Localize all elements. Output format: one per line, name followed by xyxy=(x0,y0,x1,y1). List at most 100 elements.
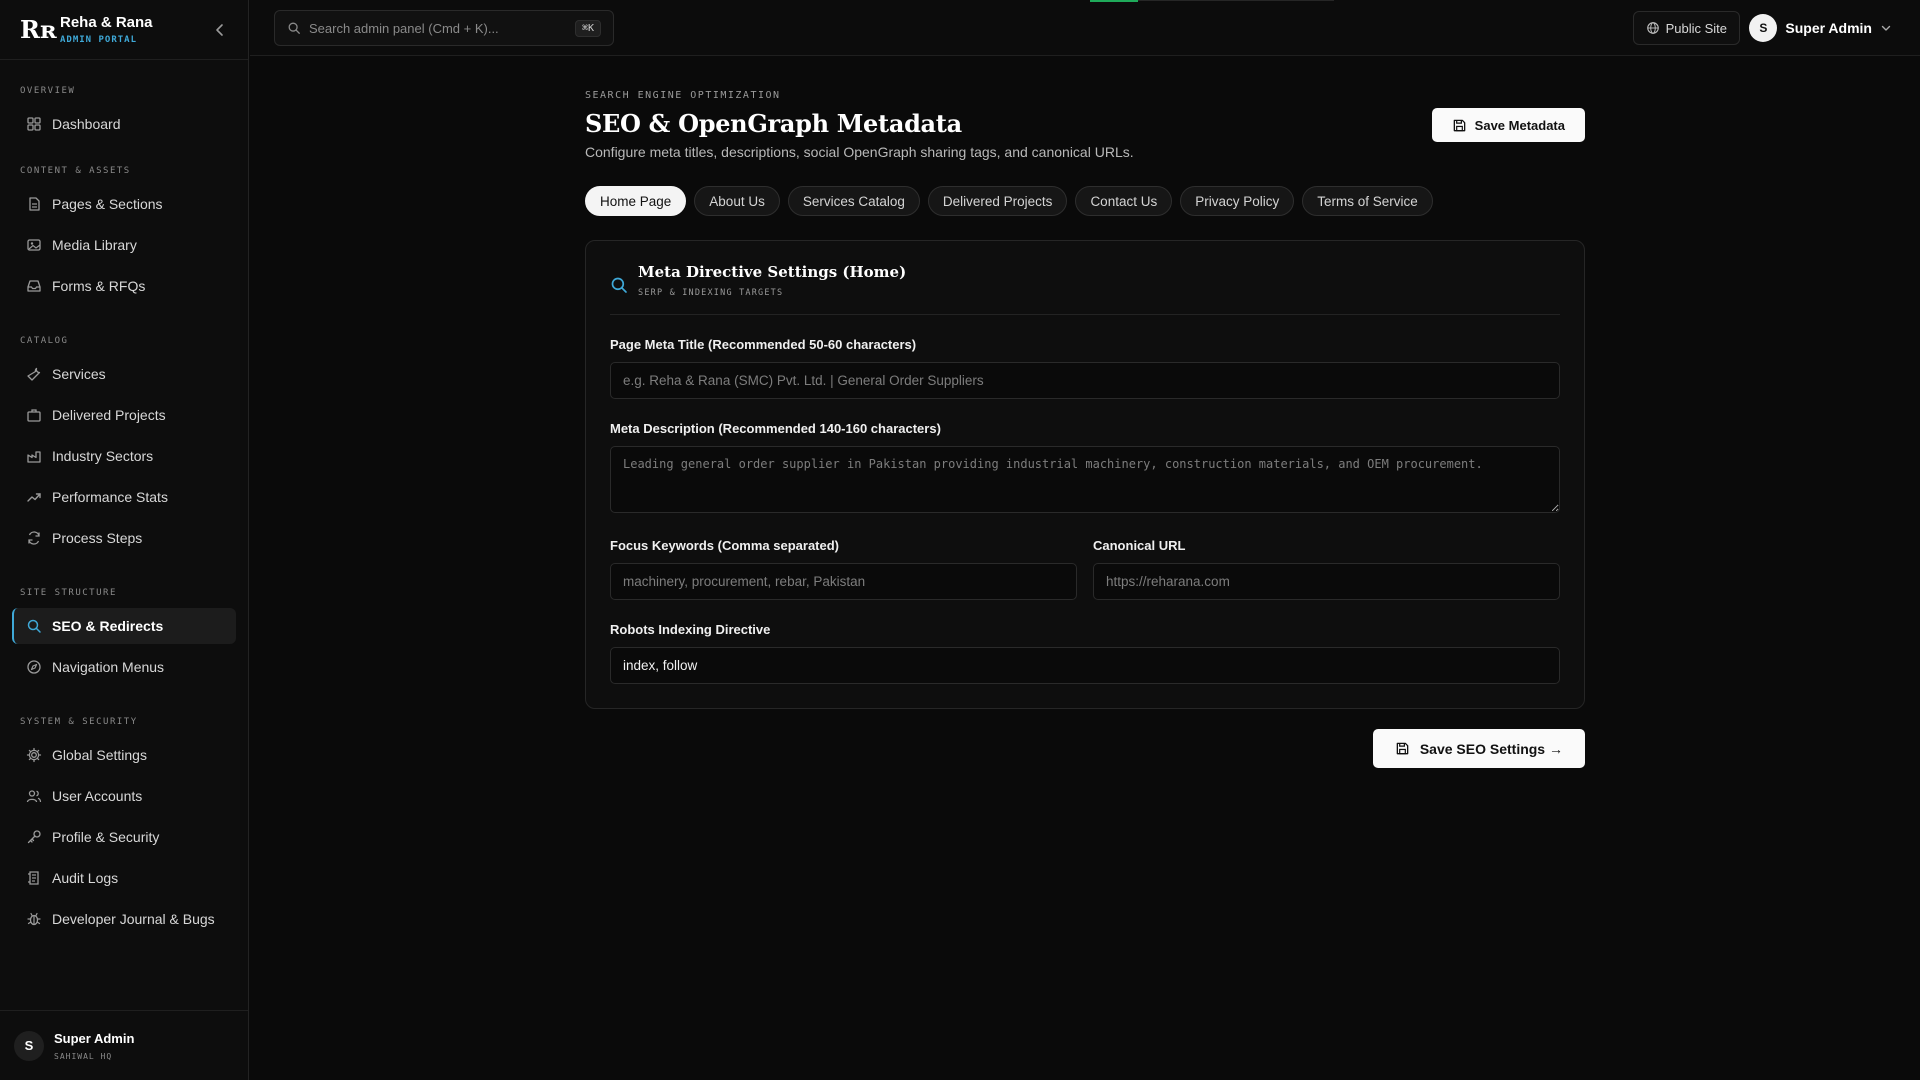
sidebar-item-users[interactable]: User Accounts xyxy=(12,778,236,814)
sidebar-item-audit-logs[interactable]: Audit Logs xyxy=(12,860,236,896)
sidebar-user-footer[interactable]: S Super Admin SAHIWAL HQ xyxy=(0,1010,248,1080)
grid-icon xyxy=(26,116,42,132)
footer-user-location: SAHIWAL HQ xyxy=(54,1051,113,1061)
brand-text: Reha & Rana ADMIN PORTAL xyxy=(60,14,153,45)
sidebar-item-global-settings[interactable]: Global Settings xyxy=(12,737,236,773)
user-name: Super Admin xyxy=(1785,20,1872,36)
meta-description-field: Meta Description (Recommended 140-160 ch… xyxy=(610,421,1560,516)
tab-contact-us[interactable]: Contact Us xyxy=(1075,186,1173,216)
bug-icon xyxy=(26,911,42,927)
global-search[interactable]: ⌘K xyxy=(274,10,614,46)
avatar: S xyxy=(14,1030,44,1061)
gear-icon xyxy=(26,747,42,763)
keywords-canonical-row: Focus Keywords (Comma separated) Canonic… xyxy=(610,538,1560,600)
sidebar-item-label: Navigation Menus xyxy=(52,659,165,675)
save-metadata-button[interactable]: Save Metadata xyxy=(1431,108,1585,142)
card-title: Meta Directive Settings (Home) xyxy=(638,263,907,281)
key-icon xyxy=(26,829,42,845)
sidebar-item-stats[interactable]: Performance Stats xyxy=(12,479,236,515)
sidebar-item-dashboard[interactable]: Dashboard xyxy=(12,106,236,142)
meta-title-field: Page Meta Title (Recommended 50-60 chara… xyxy=(610,337,1560,399)
sidebar-item-label: Process Steps xyxy=(52,530,143,546)
meta-description-label: Meta Description (Recommended 140-160 ch… xyxy=(610,421,941,436)
canonical-url-input[interactable] xyxy=(1093,563,1560,600)
tab-terms-of-service[interactable]: Terms of Service xyxy=(1302,186,1433,216)
save-seo-settings-button[interactable]: Save SEO Settings → xyxy=(1372,729,1585,768)
save-seo-settings-label: Save SEO Settings → xyxy=(1419,740,1563,757)
keywords-label: Focus Keywords (Comma separated) xyxy=(610,538,840,553)
sidebar-item-media[interactable]: Media Library xyxy=(12,227,236,263)
tab-privacy-policy[interactable]: Privacy Policy xyxy=(1180,186,1295,216)
footer-user-name: Super Admin xyxy=(54,1030,135,1046)
loading-progress-fill xyxy=(1090,0,1138,2)
canonical-label: Canonical URL xyxy=(1093,538,1186,553)
users-icon xyxy=(26,788,42,804)
card-header-text: Meta Directive Settings (Home) SERP & IN… xyxy=(638,263,906,298)
wrench-icon xyxy=(26,366,42,382)
meta-settings-card: Meta Directive Settings (Home) SERP & IN… xyxy=(585,240,1585,709)
sidebar-item-pages[interactable]: Pages & Sections xyxy=(12,186,236,222)
sidebar: Rʀ Reha & Rana ADMIN PORTAL OVERVIEW Das… xyxy=(0,0,249,1080)
sidebar-item-label: Industry Sectors xyxy=(52,448,154,464)
search-icon xyxy=(287,21,301,35)
collapse-sidebar-icon[interactable] xyxy=(212,22,228,38)
keywords-input[interactable] xyxy=(610,563,1077,600)
sidebar-item-services[interactable]: Services xyxy=(12,356,236,392)
search-icon xyxy=(610,276,628,294)
sidebar-item-label: Media Library xyxy=(52,237,137,253)
tab-services-catalog[interactable]: Services Catalog xyxy=(787,186,920,216)
sidebar-item-label: SEO & Redirects xyxy=(52,618,164,634)
sidebar-item-dev-journal[interactable]: Developer Journal & Bugs xyxy=(12,901,236,937)
footer-user-text: Super Admin SAHIWAL HQ xyxy=(54,1031,134,1061)
search-input[interactable] xyxy=(309,20,575,36)
shortcut-badge: ⌘K xyxy=(574,19,601,37)
public-site-label: Public Site xyxy=(1665,20,1727,36)
save-metadata-label: Save Metadata xyxy=(1474,117,1565,133)
canonical-field: Canonical URL xyxy=(1093,538,1560,600)
building-icon xyxy=(26,407,42,423)
sidebar-item-seo[interactable]: SEO & Redirects xyxy=(12,608,236,644)
brand-name: Reha & Rana xyxy=(60,14,153,31)
tab-home-page[interactable]: Home Page xyxy=(585,186,687,216)
file-icon xyxy=(26,196,42,212)
inbox-icon xyxy=(26,278,42,294)
topbar: ⌘K Public Site S Super Admin xyxy=(250,0,1920,56)
meta-description-textarea[interactable] xyxy=(610,446,1560,513)
sidebar-item-label: Forms & RFQs xyxy=(52,278,146,294)
sidebar-item-label: User Accounts xyxy=(52,788,143,804)
compass-icon xyxy=(26,659,42,675)
sidebar-item-label: Services xyxy=(52,366,106,382)
tab-delivered-projects[interactable]: Delivered Projects xyxy=(927,186,1068,216)
sidebar-item-profile-security[interactable]: Profile & Security xyxy=(12,819,236,855)
nav-section-overview: OVERVIEW xyxy=(20,86,76,96)
nav-section-system: SYSTEM & SECURITY xyxy=(20,717,138,727)
public-site-button[interactable]: Public Site xyxy=(1632,11,1740,45)
sidebar-nav: OVERVIEW Dashboard CONTENT & ASSETS Page… xyxy=(0,60,248,937)
globe-icon xyxy=(1646,21,1660,35)
robots-directive-select[interactable]: index, follow xyxy=(610,647,1560,684)
card-subtitle: SERP & INDEXING TARGETS xyxy=(638,288,784,298)
meta-title-input[interactable] xyxy=(610,362,1560,399)
factory-icon xyxy=(26,448,42,464)
sidebar-item-sectors[interactable]: Industry Sectors xyxy=(12,438,236,474)
image-icon xyxy=(26,237,42,253)
save-icon xyxy=(1395,741,1410,756)
user-menu[interactable]: S Super Admin xyxy=(1741,11,1900,45)
sidebar-item-process[interactable]: Process Steps xyxy=(12,520,236,556)
brand-logo[interactable]: Rʀ xyxy=(20,15,57,44)
sidebar-item-forms[interactable]: Forms & RFQs xyxy=(12,268,236,304)
sidebar-item-label: Developer Journal & Bugs xyxy=(52,911,215,927)
sidebar-item-label: Delivered Projects xyxy=(52,407,166,423)
nav-section-catalog: CATALOG xyxy=(20,336,69,346)
loading-progress-track xyxy=(1138,0,1334,1)
robots-label: Robots Indexing Directive xyxy=(610,622,771,637)
nav-section-site-structure: SITE STRUCTURE xyxy=(20,588,117,598)
page-description: Configure meta titles, descriptions, soc… xyxy=(585,144,1134,160)
sidebar-item-navigation[interactable]: Navigation Menus xyxy=(12,649,236,685)
page-eyebrow: SEARCH ENGINE OPTIMIZATION xyxy=(585,90,781,101)
sidebar-item-label: Dashboard xyxy=(52,116,121,132)
tab-about-us[interactable]: About Us xyxy=(694,186,780,216)
meta-title-label: Page Meta Title (Recommended 50-60 chara… xyxy=(610,337,917,352)
log-icon xyxy=(26,870,42,886)
sidebar-item-projects[interactable]: Delivered Projects xyxy=(12,397,236,433)
